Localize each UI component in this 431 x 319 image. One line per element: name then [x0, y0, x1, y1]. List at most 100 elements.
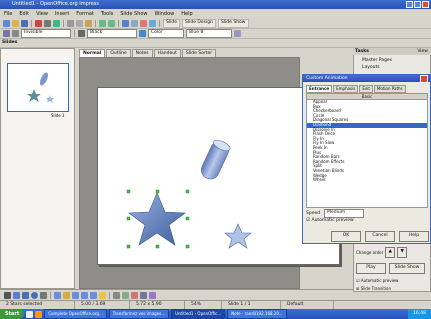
- save-icon[interactable]: [21, 20, 28, 27]
- area-icon[interactable]: [139, 30, 146, 37]
- area-color-select[interactable]: Blue 8: [186, 29, 232, 38]
- arrow-style-icon[interactable]: [3, 30, 10, 37]
- menu-window[interactable]: Window: [155, 11, 175, 17]
- line-width-icon[interactable]: [78, 30, 85, 37]
- quicklaunch-browser-icon[interactable]: [35, 310, 43, 318]
- menu-edit[interactable]: Edit: [19, 11, 29, 17]
- auto-preview-row[interactable]: ☑ Automatic preview: [356, 278, 429, 283]
- area-mode-select[interactable]: Color: [148, 29, 184, 38]
- redo-icon[interactable]: [108, 20, 115, 27]
- select-arrow-icon[interactable]: [4, 291, 11, 299]
- dialog-auto-preview-label: Automatic preview: [311, 218, 354, 223]
- line-icon[interactable]: [12, 30, 19, 37]
- flowchart-icon[interactable]: [81, 291, 88, 299]
- ellipse-tool-icon[interactable]: [31, 291, 38, 299]
- task-button-active[interactable]: Untitled1 - OpenOffic...: [171, 309, 226, 319]
- effect-item[interactable]: Wheel: [307, 177, 427, 183]
- maximize-button[interactable]: [414, 1, 421, 8]
- play-button[interactable]: Play: [356, 263, 386, 274]
- slide-show-button[interactable]: Slide Show: [217, 19, 249, 28]
- status-zoom[interactable]: 54%: [185, 301, 222, 309]
- minimize-button[interactable]: [406, 1, 413, 8]
- tab-motion-paths[interactable]: Motion Paths: [373, 85, 406, 93]
- align-icon[interactable]: [140, 291, 147, 299]
- copy-icon[interactable]: [76, 20, 83, 27]
- task-button[interactable]: Complete OpenOffice.org...: [44, 309, 107, 319]
- rotate-icon[interactable]: [113, 291, 120, 299]
- thumb-star-large: [27, 89, 41, 102]
- status-slide: Slide 1 / 1: [222, 301, 281, 309]
- symbol-shapes-icon[interactable]: [63, 291, 70, 299]
- move-down-button[interactable]: ▼: [397, 247, 408, 258]
- text-tool-icon[interactable]: [40, 291, 47, 299]
- dialog-auto-preview-checkbox[interactable]: ☑: [306, 218, 310, 223]
- extrusion-icon[interactable]: [131, 291, 138, 299]
- cut-icon[interactable]: [67, 20, 74, 27]
- slide-button[interactable]: Slide: [163, 19, 180, 28]
- stars-icon[interactable]: [99, 291, 106, 299]
- change-order-label: Change order: [356, 250, 384, 255]
- menu-help[interactable]: Help: [181, 11, 192, 17]
- move-up-button[interactable]: ▲: [385, 247, 396, 258]
- shadow-icon[interactable]: [234, 30, 241, 37]
- menu-tools[interactable]: Tools: [101, 11, 113, 17]
- task-button[interactable]: Transformez vos images...: [108, 309, 170, 319]
- task-layouts[interactable]: Layouts: [362, 64, 392, 71]
- help-button[interactable]: Help: [399, 231, 429, 242]
- rectangle-tool-icon[interactable]: [22, 291, 29, 299]
- menu-view[interactable]: View: [36, 11, 48, 17]
- dialog-close-icon[interactable]: [420, 75, 428, 83]
- slides-pane: Slide 1: [0, 48, 75, 289]
- cancel-button[interactable]: Cancel: [365, 231, 395, 242]
- slide-thumbnail[interactable]: [7, 63, 69, 112]
- open-icon[interactable]: [12, 20, 19, 27]
- gallery-icon[interactable]: [122, 291, 129, 299]
- ok-button[interactable]: OK: [331, 231, 361, 242]
- draw-functions-icon[interactable]: [140, 20, 147, 27]
- quicklaunch-icon[interactable]: [26, 310, 34, 318]
- start-button[interactable]: Start: [0, 309, 25, 319]
- thumb-cylinder: [39, 72, 49, 86]
- large-star-shape[interactable]: [128, 192, 186, 246]
- line-tool-icon[interactable]: [13, 291, 20, 299]
- block-arrows-icon[interactable]: [72, 291, 79, 299]
- spellcheck-icon[interactable]: [53, 20, 60, 27]
- table-icon[interactable]: [131, 20, 138, 27]
- tab-emphasis[interactable]: Emphasis: [333, 85, 359, 93]
- line-style-select[interactable]: Invisible: [21, 29, 71, 38]
- print-icon[interactable]: [44, 20, 51, 27]
- navigator-icon[interactable]: [149, 20, 156, 27]
- slide-show-preview-button[interactable]: Slide Show: [389, 263, 425, 274]
- slide-design-button[interactable]: Slide Design: [181, 19, 216, 28]
- task-button[interactable]: Note - randil192.168.20...: [227, 309, 287, 319]
- tab-exit[interactable]: Exit: [359, 85, 373, 93]
- undo-icon[interactable]: [99, 20, 106, 27]
- task-master-pages[interactable]: Master Pages: [362, 57, 392, 64]
- menu-insert[interactable]: Insert: [55, 11, 69, 17]
- effect-list[interactable]: Basic Appear Box Checkerboard Circle Dia…: [306, 93, 428, 208]
- tasks-view-menu[interactable]: View: [417, 48, 428, 55]
- slide-transition-item[interactable]: ⊞ Slide Transition: [356, 286, 429, 291]
- auto-preview-checkbox[interactable]: ☑: [356, 278, 360, 283]
- new-icon[interactable]: [3, 20, 10, 27]
- dialog-tabs: Entrance Emphasis Exit Motion Paths: [306, 85, 406, 93]
- status-layout: Default: [281, 301, 334, 309]
- dialog-auto-preview-row[interactable]: ☑ Automatic preview: [306, 218, 354, 223]
- arrange-icon[interactable]: [149, 291, 156, 299]
- export-pdf-icon[interactable]: [35, 20, 42, 27]
- menu-file[interactable]: File: [4, 11, 12, 17]
- cylinder-shape[interactable]: [198, 138, 231, 182]
- basic-shapes-icon[interactable]: [54, 291, 61, 299]
- close-button[interactable]: [422, 1, 429, 8]
- callouts-icon[interactable]: [90, 291, 97, 299]
- line-color-select[interactable]: Black: [87, 29, 137, 38]
- line-fill-toolbar: Invisible Black Color Blue 8: [0, 29, 431, 39]
- small-star-shape[interactable]: [224, 223, 252, 249]
- paste-icon[interactable]: [85, 20, 92, 27]
- menu-slide-show[interactable]: Slide Show: [120, 11, 147, 17]
- tab-entrance[interactable]: Entrance: [306, 85, 333, 93]
- speed-select[interactable]: Medium: [324, 209, 365, 218]
- tasks-pane-header: Tasks View: [353, 48, 431, 55]
- chart-icon[interactable]: [122, 20, 129, 27]
- menu-format[interactable]: Format: [76, 11, 94, 17]
